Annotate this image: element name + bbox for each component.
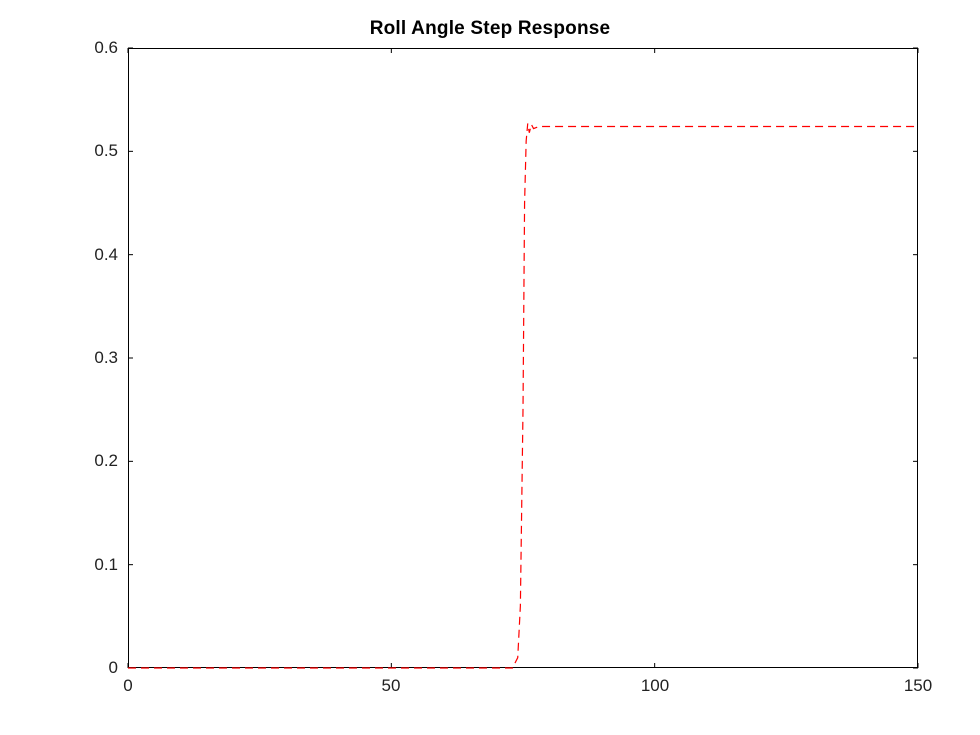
y-tick-label: 0.3 <box>62 348 118 368</box>
figure: Roll Angle Step Response 0 50 100 150 0 … <box>0 0 980 735</box>
roll-angle-line <box>128 123 918 668</box>
x-tick-label: 0 <box>123 676 132 696</box>
y-tick-label: 0.6 <box>62 38 118 58</box>
y-tick-label: 0.4 <box>62 245 118 265</box>
y-tick-label: 0.1 <box>62 555 118 575</box>
y-tick-label: 0 <box>62 658 118 678</box>
y-tick-label: 0.5 <box>62 141 118 161</box>
x-tick-label: 150 <box>904 676 932 696</box>
x-tick-label: 50 <box>382 676 401 696</box>
x-tick-label: 100 <box>641 676 669 696</box>
chart-title: Roll Angle Step Response <box>0 18 980 40</box>
plot-svg <box>128 48 918 668</box>
y-tick-label: 0.2 <box>62 451 118 471</box>
